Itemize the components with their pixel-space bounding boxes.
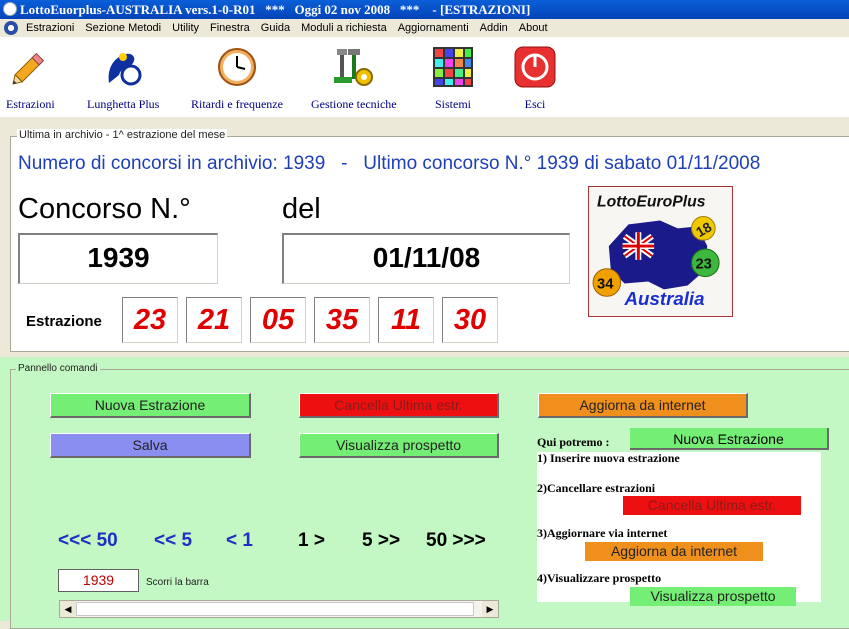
menu-about[interactable]: About <box>519 19 548 37</box>
number-box-1[interactable]: 23 <box>122 297 178 343</box>
help-item-2: 2)Cancellare estrazioni <box>537 481 656 495</box>
app-icon <box>3 2 17 16</box>
mdi-child-icon[interactable] <box>4 21 18 35</box>
help-aggiorna-sample: Aggiorna da internet <box>585 542 763 561</box>
svg-text:34: 34 <box>597 276 614 292</box>
date-field[interactable]: 01/11/08 <box>282 233 570 284</box>
toolbar-ritardi-button[interactable]: Ritardi e frequenze <box>191 45 283 112</box>
aggiorna-internet-button[interactable]: Aggiorna da internet <box>538 393 748 418</box>
nav-back-50[interactable]: <<< 50 <box>58 530 118 552</box>
toolbar: Estrazioni Lunghetta Plus Ritardi e freq… <box>0 37 849 117</box>
estrazione-label: Estrazione <box>26 313 102 330</box>
help-item-3: 3)Aggiornare via internet <box>537 526 668 540</box>
number-box-2[interactable]: 21 <box>186 297 242 343</box>
lottoeuroplus-logo: LottoEuroPlus 18 23 34 Australia <box>588 186 733 317</box>
scroll-thumb[interactable] <box>76 602 474 616</box>
svg-text:LottoEuroPlus: LottoEuroPlus <box>597 194 706 211</box>
nav-forward-1[interactable]: 1 > <box>298 530 325 552</box>
menu-estrazioni[interactable]: Estrazioni <box>26 19 74 37</box>
number-box-3[interactable]: 05 <box>250 297 306 343</box>
concorso-label: Concorso N.° <box>18 193 191 225</box>
nav-back-1[interactable]: < 1 <box>226 530 253 552</box>
menu-sezione-metodi[interactable]: Sezione Metodi <box>85 19 161 37</box>
lottery-hand-icon <box>101 45 145 89</box>
toolbar-lunghetta-button[interactable]: Lunghetta Plus <box>87 45 159 112</box>
toolbar-estrazioni-button[interactable]: Estrazioni <box>6 45 55 112</box>
menu-addin[interactable]: Addin <box>480 19 508 37</box>
nav-forward-50[interactable]: 50 >>> <box>426 530 486 552</box>
menu-moduli[interactable]: Moduli a richiesta <box>301 19 387 37</box>
tools-gear-icon <box>332 45 376 89</box>
scroll-right-icon[interactable]: ▶ <box>482 601 498 617</box>
toolbar-sistemi-button[interactable]: Sistemi <box>431 45 475 112</box>
concorso-counter[interactable]: 1939 <box>58 569 139 592</box>
number-box-5[interactable]: 11 <box>378 297 434 343</box>
svg-text:23: 23 <box>695 257 711 273</box>
concorso-field[interactable]: 1939 <box>18 233 218 284</box>
toolbar-esci-button[interactable]: Esci <box>513 45 557 112</box>
power-icon <box>513 45 557 89</box>
pencil-icon <box>8 45 52 89</box>
salva-button[interactable]: Salva <box>50 433 251 458</box>
scroll-label: Scorri la barra <box>146 577 209 588</box>
archive-info: Numero di concorsi in archivio: 1939 - U… <box>18 153 761 174</box>
number-box-6[interactable]: 30 <box>442 297 498 343</box>
menu-bar: Estrazioni Sezione Metodi Utility Finest… <box>0 19 849 37</box>
menu-aggiornamenti[interactable]: Aggiornamenti <box>398 19 469 37</box>
menu-finestra[interactable]: Finestra <box>210 19 250 37</box>
menu-utility[interactable]: Utility <box>172 19 199 37</box>
nav-back-5[interactable]: << 5 <box>154 530 192 552</box>
help-item-1: 1) Inserire nuova estrazione <box>537 451 680 465</box>
archive-legend: Ultima in archivio - 1^ estrazione del m… <box>17 129 228 141</box>
clock-icon <box>215 45 259 89</box>
nuova-estrazione-button[interactable]: Nuova Estrazione <box>50 393 251 418</box>
scroll-left-icon[interactable]: ◀ <box>60 601 76 617</box>
help-item-4: 4)Visualizzare prospetto <box>537 571 662 585</box>
concorso-scrollbar[interactable]: ◀ ▶ <box>59 600 499 618</box>
nav-forward-5[interactable]: 5 >> <box>362 530 400 552</box>
svg-text:Australia: Australia <box>624 288 705 309</box>
window-title: LottoEuorplus-AUSTRALIA vers.1-0-R01 ***… <box>20 2 531 17</box>
del-label: del <box>282 193 321 225</box>
toolbar-tecniche-button[interactable]: Gestione tecniche <box>311 45 397 112</box>
menu-guida[interactable]: Guida <box>261 19 290 37</box>
cancella-ultima-button[interactable]: Cancella Ultima estr. <box>299 393 499 418</box>
help-nuova-sample: Nuova Estrazione <box>630 428 829 450</box>
toolbar-separator <box>0 117 849 121</box>
help-visualizza-sample: Visualizza prospetto <box>630 587 796 606</box>
visualizza-prospetto-button[interactable]: Visualizza prospetto <box>299 433 499 458</box>
help-cancella-sample: Cancella Ultima estr. <box>623 496 801 515</box>
window-title-bar: LottoEuorplus-AUSTRALIA vers.1-0-R01 ***… <box>0 0 849 19</box>
grid-icon <box>431 45 475 89</box>
help-title: Qui potremo : <box>537 435 610 449</box>
number-box-4[interactable]: 35 <box>314 297 370 343</box>
command-panel-legend: Pannello comandi <box>16 363 100 374</box>
